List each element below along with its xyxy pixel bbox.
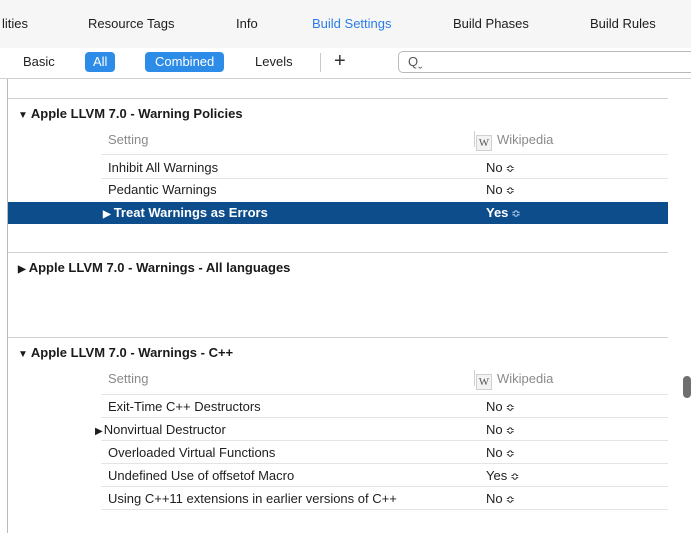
setting-row-label: ▶ Treat Warnings as Errors [103,205,268,220]
setting-row-value[interactable]: No ≎ [486,160,515,175]
tab-build-phases[interactable]: Build Phases [453,16,529,31]
stepper-icon: ≎ [505,448,515,460]
disclosure-collapsed-icon[interactable]: ▶ [95,426,103,437]
setting-row-label[interactable]: Exit-Time C++ Destructors [108,399,261,414]
section-divider [8,337,668,338]
filter-bar: Basic All Combined Levels + Qˬ [0,48,691,79]
levels-filter-button[interactable]: Levels [247,52,301,72]
wikipedia-icon: W [476,135,492,151]
section-title: Apple LLVM 7.0 - Warnings - C++ [30,345,234,360]
wikipedia-column-header: W Wikipedia [476,132,553,151]
setting-row-value[interactable]: Yes ≎ [486,205,521,220]
combined-filter-button[interactable]: Combined [145,52,225,72]
value-text: No [486,399,503,414]
section-all-languages-header[interactable]: ▶ Apple LLVM 7.0 - Warnings - All languag… [18,260,290,275]
search-icon: Qˬ [408,54,423,69]
vertical-scrollbar-thumb[interactable] [683,376,691,398]
setting-row-label[interactable]: Inhibit All Warnings [108,160,218,175]
stepper-icon: ≎ [505,402,515,414]
tab-resource-tags[interactable]: Resource Tags [88,16,174,31]
row-divider [101,463,668,464]
section-divider [8,98,668,99]
row-label-text: Nonvirtual Destructor [103,422,226,437]
value-text: No [486,491,503,506]
filter-divider [320,53,321,72]
tab-capabilities[interactable]: lities [2,16,28,31]
setting-row-label[interactable]: ▶Nonvirtual Destructor [95,422,226,437]
setting-row-value[interactable]: Yes ≎ [486,468,519,483]
setting-row-label[interactable]: Pedantic Warnings [108,182,217,197]
section-title: Apple LLVM 7.0 - Warning Policies [30,106,243,121]
setting-column-header: Setting [108,132,149,147]
row-divider [101,440,668,441]
row-divider [101,486,668,487]
row-label-text: Treat Warnings as Errors [113,205,268,220]
setting-row-value[interactable]: No ≎ [486,182,515,197]
row-divider [101,178,668,179]
wikipedia-label: Wikipedia [497,371,554,386]
value-text: Yes [486,205,509,220]
value-text: Yes [486,468,508,483]
setting-row-value[interactable]: No ≎ [486,491,515,506]
row-divider [101,394,668,395]
tab-info[interactable]: Info [236,16,258,31]
stepper-icon: ≎ [505,163,515,175]
value-text: No [486,160,503,175]
editor-tab-bar: lities Resource Tags Info Build Settings… [0,0,691,49]
search-field[interactable]: Qˬ [398,51,691,73]
disclosure-expanded-icon[interactable]: ▼ [18,349,28,360]
section-warning-policies-header[interactable]: ▼ Apple LLVM 7.0 - Warning Policies [18,106,243,121]
wikipedia-icon: W [476,374,492,390]
value-text: No [486,182,503,197]
tab-build-rules[interactable]: Build Rules [590,16,656,31]
setting-row-value[interactable]: No ≎ [486,445,515,460]
setting-row-label[interactable]: Using C++11 extensions in earlier versio… [108,491,397,506]
stepper-icon: ≎ [505,425,515,437]
value-text: No [486,422,503,437]
setting-row-value[interactable]: No ≎ [486,399,515,414]
row-divider [101,154,668,155]
row-divider [101,509,668,510]
disclosure-collapsed-icon[interactable]: ▶ [103,209,111,220]
column-divider [474,131,475,147]
all-filter-button[interactable]: All [85,52,116,72]
stepper-icon: ≎ [505,185,515,197]
setting-row-value[interactable]: No ≎ [486,422,515,437]
setting-column-header: Setting [108,371,149,386]
setting-row-label[interactable]: Overloaded Virtual Functions [108,445,275,460]
setting-row-label[interactable]: Undefined Use of offsetof Macro [108,468,294,483]
column-divider [474,370,475,386]
row-divider [101,417,668,418]
section-title: Apple LLVM 7.0 - Warnings - All language… [28,260,291,275]
basic-filter-button[interactable]: Basic [15,52,63,72]
add-setting-button[interactable]: + [334,49,346,73]
disclosure-collapsed-icon[interactable]: ▶ [18,264,26,275]
selected-setting-row[interactable]: ▶ Treat Warnings as Errors Yes ≎ [8,202,668,224]
wikipedia-column-header: W Wikipedia [476,371,553,390]
section-divider [8,252,668,253]
tab-build-settings[interactable]: Build Settings [312,16,392,31]
stepper-icon: ≎ [505,494,515,506]
stepper-icon: ≎ [511,208,521,220]
stepper-icon: ≎ [510,471,520,483]
content-frame-border [7,79,8,533]
value-text: No [486,445,503,460]
section-cpp-header[interactable]: ▼ Apple LLVM 7.0 - Warnings - C++ [18,345,233,360]
wikipedia-label: Wikipedia [497,132,554,147]
disclosure-expanded-icon[interactable]: ▼ [18,110,28,121]
